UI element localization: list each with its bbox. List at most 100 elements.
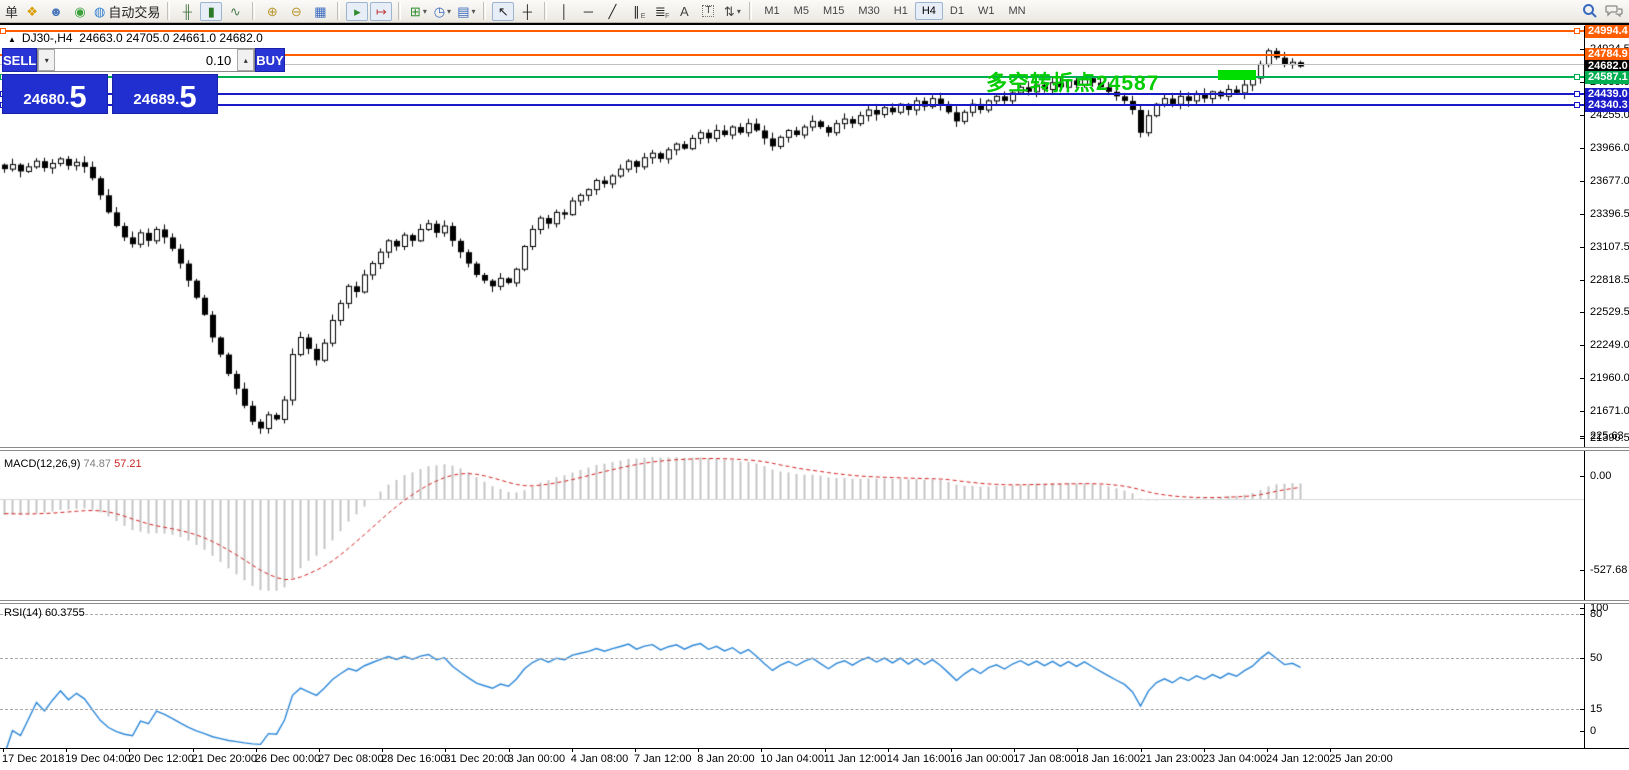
- periods-button[interactable]: ◷▾: [431, 2, 453, 21]
- line-end-marker[interactable]: [0, 28, 6, 34]
- price-tick-label: 22818.5: [1590, 274, 1629, 286]
- buy-button[interactable]: BUY: [255, 48, 284, 72]
- highlight-rectangle[interactable]: [1218, 70, 1256, 80]
- chart-annotation-text: 多空转折点24587: [986, 67, 1159, 97]
- time-axis-label: 17 Dec 2018: [2, 753, 64, 765]
- new-order-button[interactable]: ❖: [21, 2, 43, 21]
- rsi-tick-label: 0: [1590, 725, 1596, 737]
- time-axis-label: 18 Jan 16:00: [1076, 753, 1140, 765]
- trendline-button[interactable]: ╱: [601, 2, 623, 21]
- time-axis-tick: [1330, 748, 1331, 752]
- line-chart-icon: ∿: [230, 5, 241, 18]
- crosshair-button[interactable]: ┼: [516, 2, 538, 21]
- timeframe-m5-button[interactable]: M5: [787, 2, 816, 20]
- periods-icon: ◷: [434, 5, 445, 18]
- buy-price-box[interactable]: 24689.5: [112, 74, 218, 114]
- chevron-down-icon[interactable]: ▾: [472, 7, 476, 16]
- rsi-indicator-chart[interactable]: [0, 605, 1584, 748]
- panel-splitter-rsi[interactable]: [0, 600, 1629, 604]
- macd-indicator-chart[interactable]: [0, 452, 1584, 599]
- time-axis-tick: [1077, 748, 1078, 752]
- time-axis-label: 17 Jan 08:00: [1013, 753, 1077, 765]
- volume-down-button[interactable]: ▾: [38, 49, 55, 71]
- chart-shift-button[interactable]: ↦: [370, 2, 392, 21]
- horizontal-line-object[interactable]: [0, 76, 1584, 78]
- timeframe-h4-button[interactable]: H4: [915, 2, 943, 20]
- line-end-marker[interactable]: [1574, 74, 1580, 80]
- candlestick-chart-button[interactable]: ▮: [200, 2, 222, 21]
- search-icon[interactable]: [1579, 2, 1601, 21]
- time-axis-tick: [3, 748, 4, 752]
- timeframe-h1-button[interactable]: H1: [887, 2, 915, 20]
- templates-button[interactable]: ▤▾: [455, 2, 477, 21]
- time-axis-tick: [509, 748, 510, 752]
- price-tick: [1580, 247, 1585, 248]
- arrows-icon: ⇅: [724, 5, 735, 18]
- line-end-marker[interactable]: [1574, 102, 1580, 108]
- toolbar: 单❖☻◉◍自动交易╫▮∿⊕⊖▦▸↦⊞▾◷▾▤▾↖┼│─╱∥E≣FAT⇅▾M1M5…: [0, 0, 1629, 23]
- time-axis-label: 27 Dec 08:00: [318, 753, 383, 765]
- profile-button[interactable]: ☻: [45, 2, 67, 21]
- auto-trading-button[interactable]: ◍自动交易: [93, 2, 161, 21]
- text-label-icon: T: [702, 5, 714, 17]
- zoom-out-button[interactable]: ⊖: [285, 2, 307, 21]
- volume-up-button[interactable]: ▴: [237, 49, 254, 71]
- line-end-marker[interactable]: [1574, 91, 1580, 97]
- macd-main-value: 74.87: [83, 458, 111, 470]
- vertical-line-button[interactable]: │: [553, 2, 575, 21]
- price-tick-label: 23396.5: [1590, 208, 1629, 220]
- rsi-tick: [1580, 614, 1585, 615]
- toolbar-separator: [398, 2, 401, 20]
- time-axis-label: 4 Jan 08:00: [571, 753, 629, 765]
- order-menu-label[interactable]: 单: [5, 2, 18, 21]
- chat-icon[interactable]: [1603, 2, 1625, 21]
- time-axis-tick: [319, 748, 320, 752]
- zoom-in-button[interactable]: ⊕: [261, 2, 283, 21]
- candlestick-chart[interactable]: [0, 26, 1584, 448]
- line-chart-button[interactable]: ∿: [224, 2, 246, 21]
- sell-price-box[interactable]: 24680.5: [2, 74, 108, 114]
- timeframe-w1-button[interactable]: W1: [971, 2, 1002, 20]
- macd-signal-value: 57.21: [114, 458, 142, 470]
- timeframe-m15-button[interactable]: M15: [816, 2, 851, 20]
- line-end-marker[interactable]: [1574, 28, 1580, 34]
- signals-button[interactable]: ◉: [69, 2, 91, 21]
- collapse-arrow-icon[interactable]: ▲: [8, 35, 16, 44]
- chevron-down-icon[interactable]: ▾: [423, 7, 427, 16]
- timeframe-m30-button[interactable]: M30: [851, 2, 886, 20]
- price-tick: [1580, 280, 1585, 281]
- timeframe-mn-button[interactable]: MN: [1001, 2, 1032, 20]
- indicators-button[interactable]: ⊞▾: [407, 2, 429, 21]
- text-button[interactable]: A: [673, 2, 695, 21]
- equidistant-channel-button[interactable]: ∥E: [625, 2, 647, 21]
- cursor-button[interactable]: ↖: [492, 2, 514, 21]
- candlestick-chart-icon: ▮: [208, 5, 215, 18]
- price-tick-label: 23966.0: [1590, 142, 1629, 154]
- price-tick-label: 21960.0: [1590, 372, 1629, 384]
- chevron-down-icon[interactable]: ▾: [737, 7, 741, 16]
- time-axis-label: 3 Jan 00:00: [508, 753, 566, 765]
- time-axis-tick: [66, 748, 67, 752]
- toolbar-separator: [337, 2, 340, 20]
- arrows-button[interactable]: ⇅▾: [721, 2, 743, 21]
- auto-scroll-button[interactable]: ▸: [346, 2, 368, 21]
- chevron-down-icon[interactable]: ▾: [447, 7, 451, 16]
- tile-windows-button[interactable]: ▦: [309, 2, 331, 21]
- fibonacci-button[interactable]: ≣F: [649, 2, 671, 21]
- panel-splitter-macd[interactable]: [0, 447, 1629, 451]
- trendline-icon: ╱: [608, 5, 616, 18]
- text-label-button[interactable]: T: [697, 2, 719, 21]
- auto-trading-label[interactable]: 自动交易: [108, 2, 160, 21]
- horizontal-line-object[interactable]: [0, 93, 1584, 95]
- rsi-tick: [1580, 709, 1585, 710]
- volume-input[interactable]: [55, 49, 237, 71]
- horizontal-line-object[interactable]: [0, 104, 1584, 106]
- sell-button[interactable]: SELL: [2, 48, 37, 72]
- timeframe-d1-button[interactable]: D1: [943, 2, 971, 20]
- profile-icon: ☻: [49, 5, 63, 18]
- timeframe-m1-button[interactable]: M1: [757, 2, 786, 20]
- bar-chart-button[interactable]: ╫: [176, 2, 198, 21]
- horizontal-line-button[interactable]: ─: [577, 2, 599, 21]
- macd-tick-label: -527.68: [1590, 564, 1627, 576]
- time-axis-label: 10 Jan 04:00: [760, 753, 824, 765]
